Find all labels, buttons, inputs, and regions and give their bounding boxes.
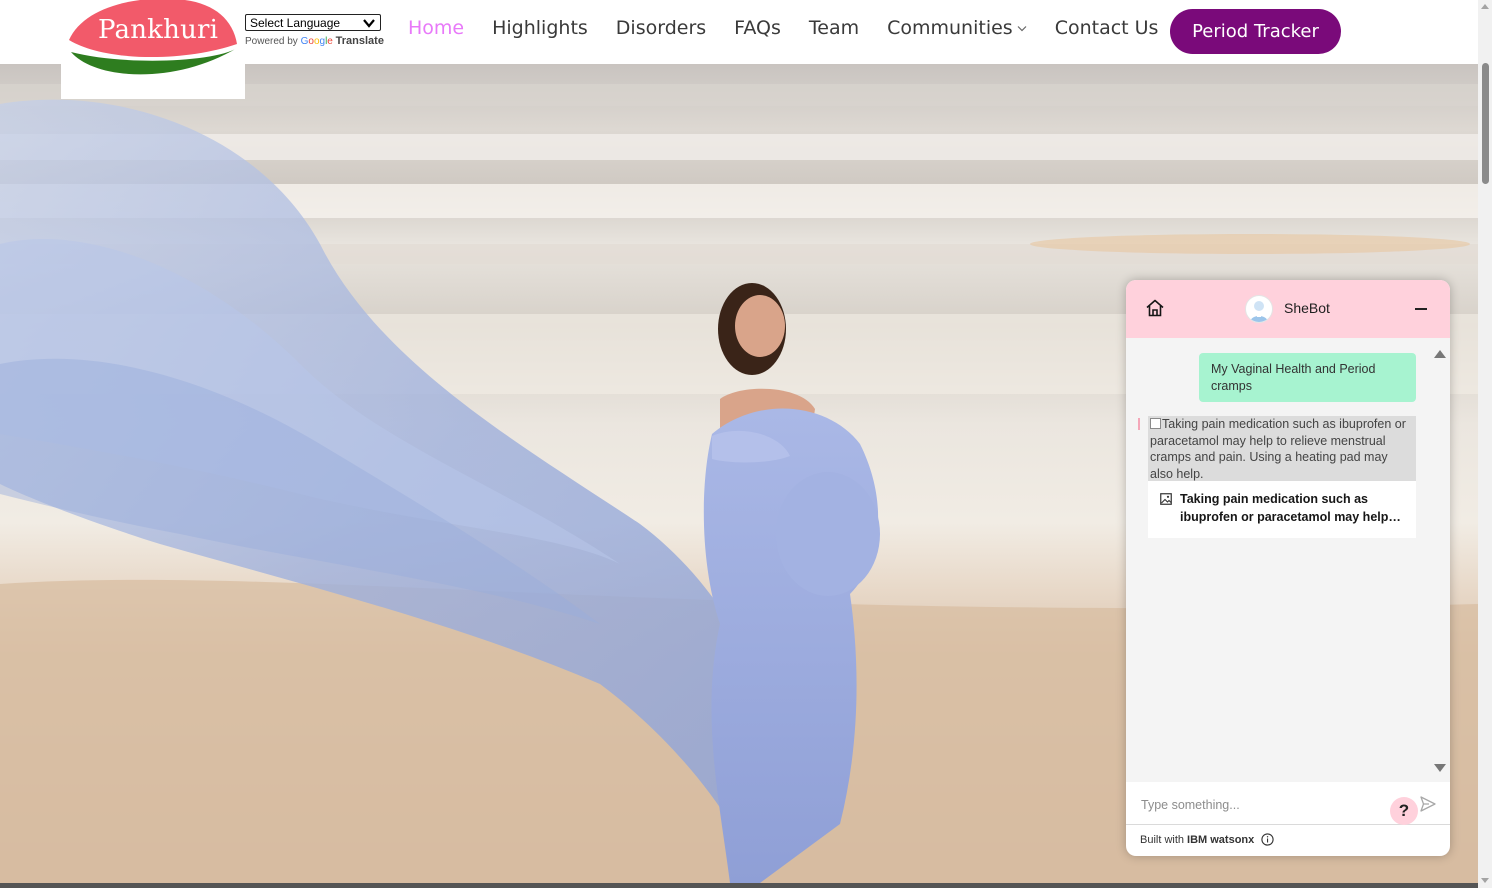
- footer-prefix: Built with: [1140, 833, 1185, 846]
- nav-faqs[interactable]: FAQs: [734, 17, 781, 39]
- period-tracker-label: Period Tracker: [1192, 21, 1319, 42]
- minimize-icon: [1415, 308, 1427, 310]
- chat-messages: My Vaginal Health and Period cramps Taki…: [1126, 338, 1430, 825]
- bot-message-text: Taking pain medication such as ibuprofen…: [1150, 417, 1406, 481]
- chatbot-window: SheBot My Vaginal Health and Period cram…: [1126, 280, 1450, 856]
- nav-disorders-label: Disorders: [615, 17, 707, 39]
- broken-image-icon: [1150, 418, 1161, 429]
- page-scrollbar-thumb[interactable]: [1482, 63, 1489, 184]
- nav-highlights[interactable]: Highlights: [492, 17, 588, 39]
- home-icon[interactable]: [1145, 298, 1165, 318]
- chatbot-header: SheBot: [1126, 280, 1450, 338]
- page-scrollbar[interactable]: [1478, 0, 1492, 888]
- period-tracker-button[interactable]: Period Tracker: [1170, 9, 1341, 54]
- powered-by-google: Powered by Google Translate: [245, 35, 384, 47]
- nav-highlights-label: Highlights: [492, 17, 588, 39]
- help-icon: ?: [1398, 801, 1410, 820]
- info-icon[interactable]: [1261, 833, 1274, 846]
- chevron-down-icon: [363, 18, 375, 28]
- nav-faqs-label: FAQs: [734, 17, 781, 39]
- chat-footer: Built with IBM watsonx: [1140, 833, 1274, 846]
- bot-response-card[interactable]: Taking pain medication such as ibuprofen…: [1148, 481, 1416, 538]
- scroll-up-arrow-icon[interactable]: [1481, 4, 1489, 9]
- scroll-down-arrow-icon[interactable]: [1481, 878, 1489, 883]
- nav-team-label: Team: [808, 17, 860, 39]
- bot-avatar-icon: [1245, 295, 1273, 323]
- bot-message-indicator: [1138, 418, 1140, 430]
- google-letter: e: [327, 36, 333, 47]
- google-translate-widget: Select Language Powered by Google Transl…: [245, 14, 384, 47]
- nav-contact-label: Contact Us: [1054, 17, 1159, 39]
- nav-home[interactable]: Home: [408, 17, 464, 39]
- translate-link[interactable]: Translate: [336, 35, 384, 47]
- nav-disorders[interactable]: Disorders: [616, 17, 706, 39]
- send-icon[interactable]: [1419, 795, 1437, 813]
- card-text: Taking pain medication such as ibuprofen…: [1180, 492, 1404, 524]
- chevron-down-icon: [1017, 25, 1027, 31]
- powered-by-text: Powered by: [245, 36, 298, 47]
- nav-team[interactable]: Team: [809, 17, 859, 39]
- nav-communities[interactable]: Communities: [887, 17, 1027, 39]
- bot-message-bubble: Taking pain medication such as ibuprofen…: [1148, 416, 1416, 482]
- footer-brand: IBM watsonx: [1187, 833, 1255, 846]
- chat-scrollbar[interactable]: [1430, 338, 1450, 782]
- chat-scroll-up-icon[interactable]: [1434, 350, 1446, 358]
- user-message-bubble: My Vaginal Health and Period cramps: [1199, 353, 1416, 402]
- logo-text: Pankhuri: [98, 15, 219, 45]
- help-button[interactable]: ?: [1390, 797, 1418, 825]
- main-nav: Home Highlights Disorders FAQs Team Comm…: [408, 17, 1186, 39]
- image-icon: [1160, 493, 1172, 505]
- nav-communities-label: Communities: [887, 17, 1013, 39]
- site-logo[interactable]: Pankhuri: [61, 0, 245, 99]
- language-select-label: Select Language: [250, 15, 341, 30]
- bot-name: SheBot: [1284, 300, 1330, 316]
- nav-contact-us[interactable]: Contact Us: [1055, 17, 1159, 39]
- language-select[interactable]: Select Language: [245, 14, 381, 31]
- chat-scroll-down-icon[interactable]: [1434, 764, 1446, 772]
- nav-home-label: Home: [408, 17, 465, 39]
- chat-message-input[interactable]: [1141, 796, 1401, 814]
- page-bottom-edge: [0, 883, 1478, 888]
